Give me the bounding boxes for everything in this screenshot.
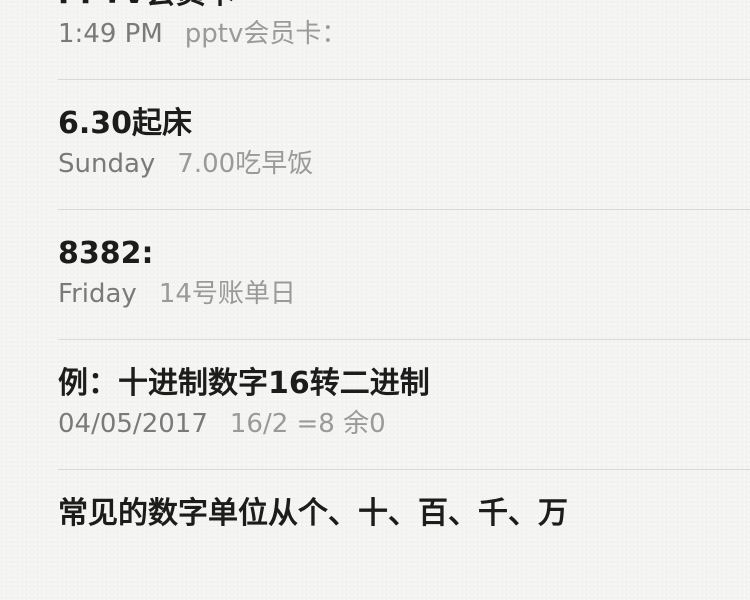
note-row-pptv[interactable]: PPTV会员卡 1:49 PM pptv会员卡： [58,0,750,80]
note-title: 例：十进制数字16转二进制 [58,366,430,401]
note-title: PPTV会员卡 [58,0,236,12]
note-preview: 7.00吃早饭 [177,149,314,179]
note-preview: pptv会员卡： [184,19,348,49]
note-meta: 04/05/2017 16/2 =8 余0 [58,408,386,440]
note-title: 常见的数字单位从个、十、百、千、万 [58,496,568,531]
note-meta: 1:49 PM pptv会员卡： [58,18,347,50]
note-date: Sunday [58,149,156,179]
note-date: 04/05/2017 [58,409,208,439]
note-date: Friday [58,279,137,309]
note-row-wakeup[interactable]: 6.30起床 Sunday 7.00吃早饭 [58,80,750,210]
note-date: 1:49 PM [58,19,163,49]
note-row-binary[interactable]: 例：十进制数字16转二进制 04/05/2017 16/2 =8 余0 [58,340,750,470]
note-title: 6.30起床 [58,106,193,141]
note-meta: Sunday 7.00吃早饭 [58,148,313,180]
note-title: 8382: [58,236,154,271]
note-row-number-units[interactable]: 常见的数字单位从个、十、百、千、万 [58,470,750,600]
note-preview: 14号账单日 [158,279,296,309]
note-preview: 16/2 =8 余0 [229,409,386,439]
notes-list: PPTV会员卡 1:49 PM pptv会员卡： 6.30起床 Sunday 7.0… [0,0,750,531]
note-meta: Friday 14号账单日 [58,278,296,310]
note-row-8382[interactable]: 8382: Friday 14号账单日 [58,210,750,340]
